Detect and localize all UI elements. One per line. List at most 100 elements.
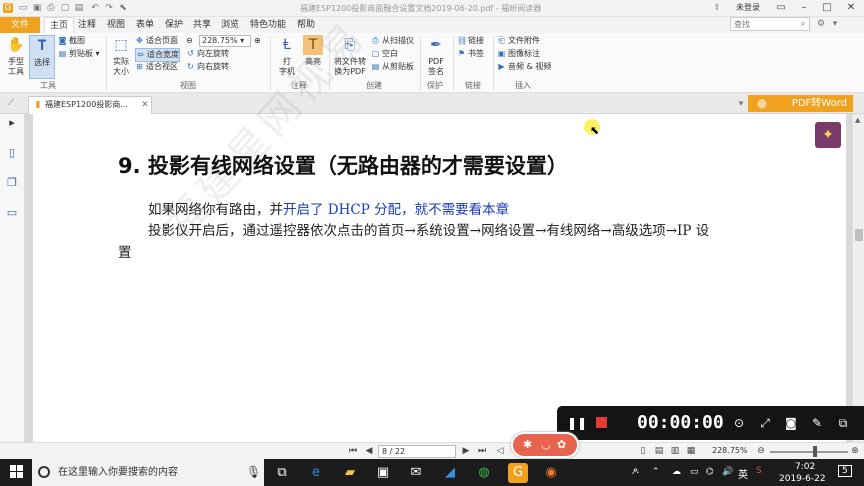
taskbar-search[interactable]: 在这里输入你要搜索的内容 — [32, 459, 264, 486]
zoom-out-icon[interactable]: ⊖ — [186, 35, 193, 47]
blank-button[interactable]: ▢ 空白 — [371, 48, 398, 60]
menu-browse[interactable]: 浏览 — [221, 17, 239, 33]
single-page-icon[interactable]: ▯ — [638, 445, 648, 457]
status-zoom-in-icon[interactable]: ⊕ — [850, 445, 860, 457]
bookmarks-panel-icon[interactable]: ▯ — [5, 146, 19, 160]
edge-browser-icon[interactable]: e — [306, 463, 326, 483]
open-icon[interactable]: ▭ — [18, 3, 28, 13]
minimize-button[interactable]: – — [793, 0, 815, 16]
close-button[interactable]: ✕ — [840, 0, 862, 16]
link-button[interactable]: ⛓链接 — [457, 35, 484, 47]
mail-icon[interactable]: ✉ — [406, 463, 426, 483]
save-icon[interactable]: ▣ — [32, 3, 42, 13]
document-tab[interactable]: 福建ESP1200投影商... — [28, 96, 152, 114]
status-zoom-out-icon[interactable]: ⊖ — [756, 445, 766, 457]
window-switch-icon[interactable]: ⧉ — [834, 414, 852, 432]
share-icon[interactable]: ⇪ — [712, 3, 722, 13]
fit-width-button[interactable]: ⇔ 适合宽度 — [135, 48, 180, 62]
audio-video-button[interactable]: ▶ 音频 & 视频 — [497, 61, 551, 73]
continuous-facing-icon[interactable]: ▦ — [686, 445, 696, 457]
from-scanner-button[interactable]: ⎙ 从扫描仪 — [371, 35, 414, 47]
cloud-icon[interactable]: ☁ — [672, 467, 681, 477]
pen-icon[interactable]: ✎ — [808, 414, 826, 432]
new-icon[interactable]: ▢ — [60, 3, 70, 13]
sidebar-toggle-icon[interactable]: ⟋ — [6, 98, 16, 108]
menu-share[interactable]: 共享 — [193, 17, 211, 33]
zoom-select[interactable]: 228.75% ▾ — [199, 35, 251, 47]
volume-icon[interactable]: 🔊 — [722, 467, 733, 477]
image-annotation-button[interactable]: ▣ 图像标注 — [497, 48, 540, 60]
camera-icon[interactable]: ◙ — [782, 414, 800, 432]
recorder-logo-badge[interactable]: ✱ ◡ ✿ — [511, 432, 579, 458]
next-page-icon[interactable]: ▶ — [461, 445, 471, 457]
antivirus-icon[interactable]: S — [756, 466, 762, 476]
microphone-icon[interactable]: 🎙 — [246, 465, 261, 479]
maximize-button[interactable]: □ — [816, 0, 838, 16]
network-icon[interactable]: ⌬ — [706, 467, 714, 477]
select-tool-button[interactable]: 𝐓 选择 — [29, 35, 55, 79]
menu-features[interactable]: 特色功能 — [250, 17, 286, 33]
zoom-in-icon[interactable]: ⊕ — [254, 35, 261, 47]
sidebar-collapse-arrow-icon[interactable]: ▸ — [5, 116, 19, 130]
page-number-input[interactable]: 8 / 22 — [378, 445, 456, 458]
comments-panel-icon[interactable]: ▭ — [5, 206, 19, 220]
tab-close-icon[interactable]: ✕ — [140, 100, 150, 110]
task-view-icon[interactable]: ⧉ — [272, 463, 292, 483]
focus-icon[interactable]: ⊙ — [730, 414, 748, 432]
pen-app-icon[interactable]: ◢ — [440, 463, 460, 483]
zoom-slider-handle[interactable] — [813, 446, 817, 457]
search-icon[interactable]: ⌕ — [798, 19, 808, 29]
first-page-icon[interactable]: ⏮ — [348, 445, 358, 457]
from-clipboard-button[interactable]: ▤ 从剪贴板 — [371, 61, 414, 73]
vertical-scrollbar[interactable]: ▲ ▼ — [852, 114, 864, 442]
menu-view[interactable]: 视图 — [107, 17, 125, 33]
notifications-badge[interactable]: 5 — [838, 465, 852, 477]
properties-icon[interactable]: ▤ — [74, 3, 84, 13]
pages-panel-icon[interactable]: ❐ — [5, 176, 19, 190]
tray-chevron-icon[interactable]: ⌃ — [652, 467, 660, 477]
bookmark-button[interactable]: ⚑ 书签 — [457, 48, 484, 60]
screenshot-button[interactable]: ◙ 截图 — [58, 35, 85, 47]
firefox-icon[interactable]: ◉ — [541, 463, 561, 483]
facing-icon[interactable]: ▥ — [670, 445, 680, 457]
lightbulb-tip-icon[interactable]: ✦ — [815, 122, 841, 148]
wechat-icon[interactable]: ◍ — [474, 463, 494, 483]
redo-icon[interactable]: ↷ — [104, 3, 114, 13]
battery-icon[interactable]: ▭ — [690, 467, 699, 477]
login-button[interactable]: 未登录 — [729, 1, 767, 15]
quick-tool-icon[interactable]: ⬉ — [118, 3, 128, 13]
file-attachment-button[interactable]: ⎗ 文件附件 — [497, 35, 540, 47]
ime-indicator[interactable]: 英 — [738, 466, 748, 481]
hand-tool-button[interactable]: ✋ 手型 工具 — [3, 35, 29, 77]
scroll-up-icon[interactable]: ▲ — [855, 116, 860, 124]
print-icon[interactable]: ⎙ — [46, 3, 56, 13]
menu-form[interactable]: 表单 — [136, 17, 154, 33]
pdf-sign-button[interactable]: ✒ PDF 签名 — [423, 35, 449, 77]
people-icon[interactable]: ዶ — [632, 467, 639, 477]
scroll-thumb[interactable] — [855, 229, 863, 241]
windows-start-icon[interactable] — [10, 465, 24, 479]
chevron-down-icon[interactable]: ▾ — [830, 19, 840, 29]
store-icon[interactable]: ▣ — [373, 463, 393, 483]
undo-icon[interactable]: ↶ — [90, 3, 100, 13]
clock-time[interactable]: 7:02 — [795, 462, 815, 472]
file-explorer-icon[interactable]: ▰ — [340, 463, 360, 483]
zoom-slider[interactable] — [770, 451, 848, 453]
rotate-left-button[interactable]: ↺ 向左旋转 — [186, 48, 229, 60]
stop-button[interactable] — [592, 414, 610, 432]
rotate-right-button[interactable]: ↻ 向右旋转 — [186, 61, 229, 73]
pause-icon[interactable]: ❚❚ — [567, 414, 587, 432]
foxit-reader-icon[interactable]: G — [508, 463, 528, 483]
clipboard-button[interactable]: ▤ 剪贴板 ▾ — [58, 48, 100, 60]
clock-date[interactable]: 2019-6-22 — [779, 474, 826, 484]
menu-protect[interactable]: 保护 — [165, 17, 183, 33]
restore-ribbon-icon[interactable]: ▭ — [770, 0, 792, 16]
fit-visible-button[interactable]: ⊞ 适合视区 — [135, 61, 178, 73]
fit-page-button[interactable]: ✥ 适合页面 — [135, 35, 178, 47]
tab-list-chevron-icon[interactable]: ▾ — [736, 99, 746, 109]
back-view-icon[interactable]: ◁ — [495, 445, 505, 457]
menu-home[interactable]: 主页 — [44, 17, 75, 33]
last-page-icon[interactable]: ⏭ — [477, 445, 487, 457]
continuous-icon[interactable]: ▤ — [654, 445, 664, 457]
prev-page-icon[interactable]: ◀ — [364, 445, 374, 457]
